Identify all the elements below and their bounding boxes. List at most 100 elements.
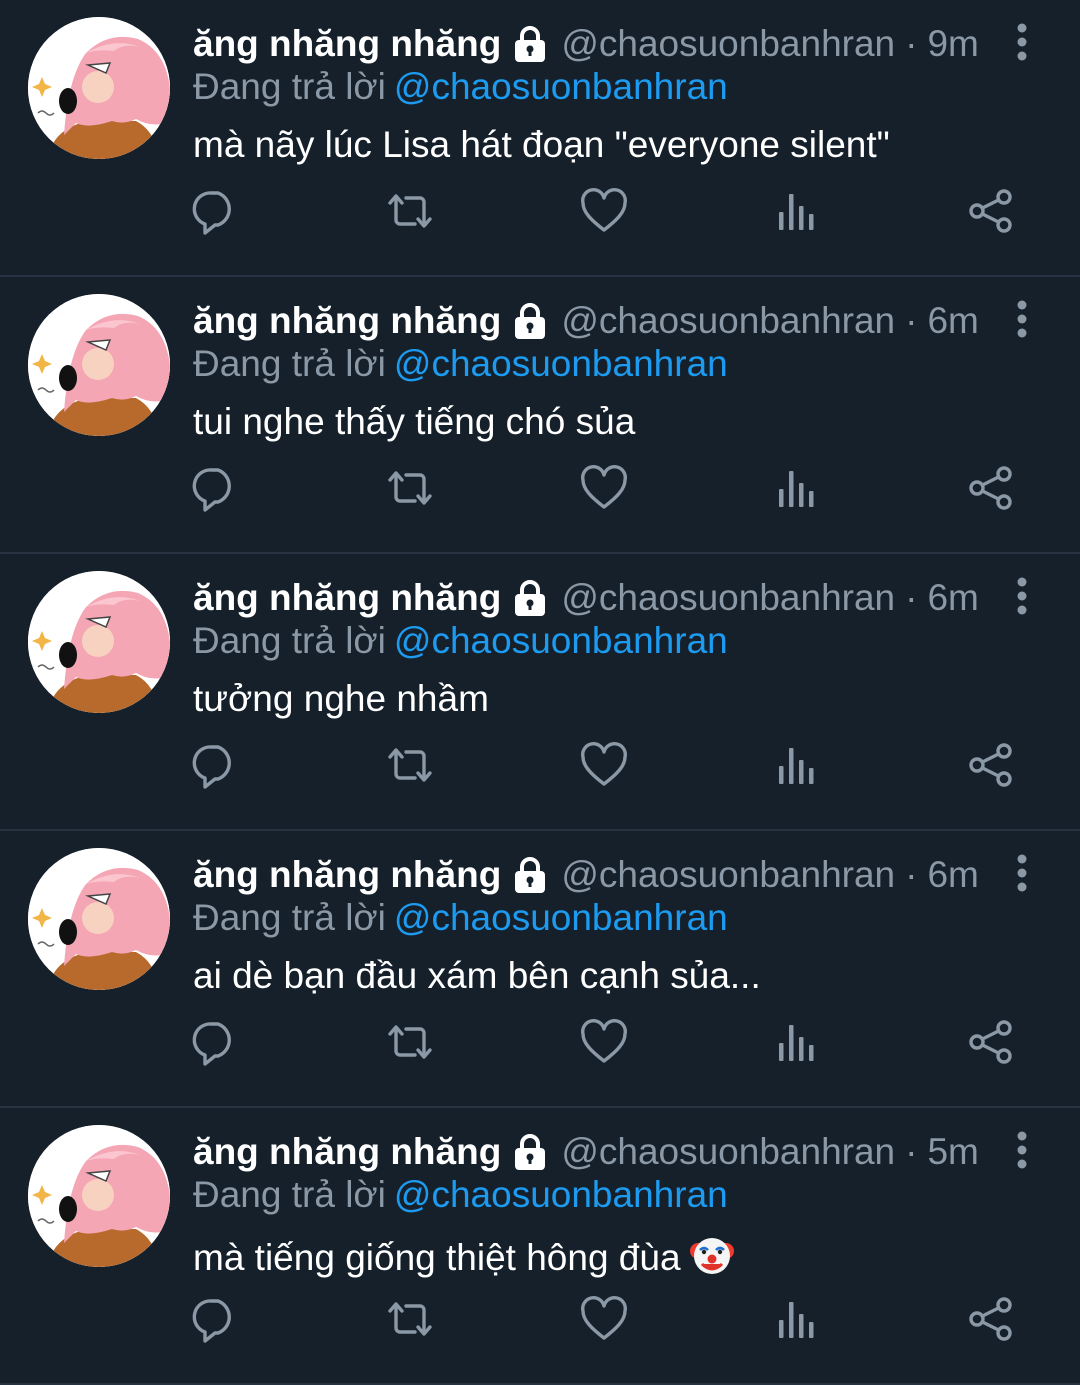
tweet-text-content: tưởng nghe nhầm [193, 678, 489, 719]
analytics-button[interactable] [772, 186, 822, 236]
more-vertical-icon [1007, 23, 1037, 68]
display-name[interactable]: ăng nhăng nhăng [193, 577, 501, 619]
analytics-button[interactable] [772, 740, 822, 790]
tweet-header: ăng nhăng nhăng @chaosuonbanhran · 5m [193, 1126, 979, 1178]
tweet[interactable]: ăng nhăng nhăng @chaosuonbanhran · 9m Đa… [0, 0, 1080, 277]
reply-prefix: Đang trả lời [193, 620, 386, 661]
mention-link[interactable]: @chaosuonbanhran [394, 1174, 728, 1215]
analytics-icon [772, 186, 822, 236]
analytics-icon [772, 463, 822, 513]
timestamp[interactable]: 5m [927, 1131, 978, 1173]
reply-button[interactable] [190, 1017, 240, 1067]
avatar[interactable] [28, 571, 170, 713]
display-name[interactable]: ăng nhăng nhăng [193, 854, 501, 896]
tweet-text-content: ai dè bạn đầu xám bên cạnh sủa... [193, 955, 761, 996]
share-button[interactable] [966, 186, 1016, 236]
like-button[interactable] [579, 740, 629, 790]
avatar[interactable] [28, 1125, 170, 1267]
tweet[interactable]: ăng nhăng nhăng @chaosuonbanhran · 6m Đa… [0, 277, 1080, 554]
share-icon [966, 186, 1016, 236]
tweet-header: ăng nhăng nhăng @chaosuonbanhran · 6m [193, 295, 979, 347]
avatar[interactable] [28, 848, 170, 990]
more-options-button[interactable] [1007, 22, 1037, 64]
tweet-text-content: mà tiếng giống thiệt hông đùa [193, 1237, 681, 1278]
display-name[interactable]: ăng nhăng nhăng [193, 1131, 501, 1173]
tweet-text: tui nghe thấy tiếng chó sủa [193, 401, 635, 443]
more-options-button[interactable] [1007, 1130, 1037, 1172]
analytics-icon [772, 1294, 822, 1344]
reply-prefix: Đang trả lời [193, 1174, 386, 1215]
reply-button[interactable] [190, 1294, 240, 1344]
like-button[interactable] [579, 1017, 629, 1067]
retweet-button[interactable] [385, 740, 435, 790]
more-options-button[interactable] [1007, 853, 1037, 895]
separator: · [905, 1131, 918, 1172]
user-handle[interactable]: @chaosuonbanhran [561, 577, 895, 619]
tweet[interactable]: ăng nhăng nhăng @chaosuonbanhran · 6m Đa… [0, 554, 1080, 831]
display-name[interactable]: ăng nhăng nhăng [193, 300, 501, 342]
share-button[interactable] [966, 1294, 1016, 1344]
tweet-actions [0, 463, 1080, 543]
more-options-button[interactable] [1007, 299, 1037, 341]
reply-prefix: Đang trả lời [193, 66, 386, 107]
user-handle[interactable]: @chaosuonbanhran [561, 23, 895, 65]
share-button[interactable] [966, 740, 1016, 790]
user-handle[interactable]: @chaosuonbanhran [561, 1131, 895, 1173]
clown-face-emoji [689, 1232, 735, 1287]
tweet-text-content: tui nghe thấy tiếng chó sủa [193, 401, 636, 442]
analytics-button[interactable] [772, 463, 822, 513]
more-vertical-icon [1007, 1131, 1037, 1176]
reply-icon [190, 186, 240, 236]
like-button[interactable] [579, 463, 629, 513]
like-button[interactable] [579, 1294, 629, 1344]
share-button[interactable] [966, 1017, 1016, 1067]
retweet-icon [385, 1294, 435, 1344]
heart-icon [579, 1017, 629, 1067]
reply-button[interactable] [190, 463, 240, 513]
timestamp[interactable]: 6m [927, 854, 978, 896]
more-vertical-icon [1007, 854, 1037, 899]
timestamp[interactable]: 9m [927, 23, 978, 65]
mention-link[interactable]: @chaosuonbanhran [394, 66, 728, 107]
tweet-actions [0, 186, 1080, 266]
share-icon [966, 463, 1016, 513]
avatar[interactable] [28, 294, 170, 436]
mention-link[interactable]: @chaosuonbanhran [394, 620, 728, 661]
tweet-text: mà nãy lúc Lisa hát đoạn "everyone silen… [193, 124, 890, 166]
avatar[interactable] [28, 17, 170, 159]
user-handle[interactable]: @chaosuonbanhran [561, 854, 895, 896]
retweet-icon [385, 1017, 435, 1067]
user-handle[interactable]: @chaosuonbanhran [561, 300, 895, 342]
retweet-button[interactable] [385, 1017, 435, 1067]
timestamp[interactable]: 6m [927, 300, 978, 342]
lock-icon [511, 856, 549, 894]
reply-button[interactable] [190, 186, 240, 236]
tweet-actions [0, 1294, 1080, 1374]
retweet-button[interactable] [385, 186, 435, 236]
tweet[interactable]: ăng nhăng nhăng @chaosuonbanhran · 5m Đa… [0, 1108, 1080, 1385]
share-icon [966, 740, 1016, 790]
reply-icon [190, 1294, 240, 1344]
like-button[interactable] [579, 186, 629, 236]
heart-icon [579, 740, 629, 790]
display-name[interactable]: ăng nhăng nhăng [193, 23, 501, 65]
replying-to: Đang trả lời @chaosuonbanhran [193, 897, 728, 939]
reply-prefix: Đang trả lời [193, 343, 386, 384]
reply-prefix: Đang trả lời [193, 897, 386, 938]
replying-to: Đang trả lời @chaosuonbanhran [193, 1174, 728, 1216]
mention-link[interactable]: @chaosuonbanhran [394, 343, 728, 384]
timestamp[interactable]: 6m [927, 577, 978, 619]
more-options-button[interactable] [1007, 576, 1037, 618]
tweet-text: tưởng nghe nhầm [193, 678, 489, 720]
analytics-button[interactable] [772, 1017, 822, 1067]
reply-button[interactable] [190, 740, 240, 790]
mention-link[interactable]: @chaosuonbanhran [394, 897, 728, 938]
analytics-button[interactable] [772, 1294, 822, 1344]
retweet-button[interactable] [385, 1294, 435, 1344]
share-button[interactable] [966, 463, 1016, 513]
tweet[interactable]: ăng nhăng nhăng @chaosuonbanhran · 6m Đa… [0, 831, 1080, 1108]
retweet-icon [385, 740, 435, 790]
retweet-button[interactable] [385, 463, 435, 513]
reply-icon [190, 1017, 240, 1067]
replying-to: Đang trả lời @chaosuonbanhran [193, 620, 728, 662]
